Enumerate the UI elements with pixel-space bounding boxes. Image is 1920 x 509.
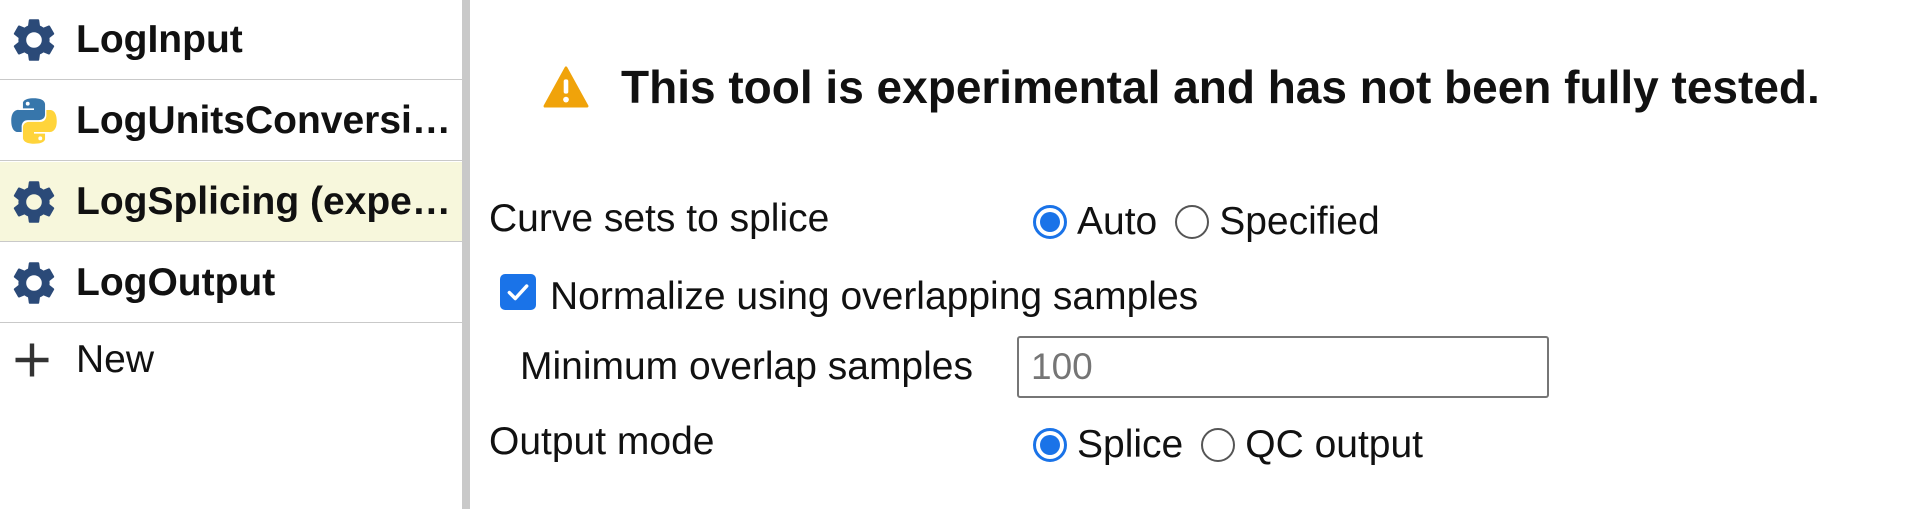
curve-sets-radio-group: Auto Specified xyxy=(1033,200,1398,244)
sidebar-item-label: LogSplicing (experimental) xyxy=(76,179,456,223)
curve-sets-auto-radio[interactable] xyxy=(1033,205,1067,239)
curve-sets-specified-label: Specified xyxy=(1219,200,1380,243)
gear-icon xyxy=(13,180,55,223)
output-mode-radio-group: Splice QC output xyxy=(1033,423,1441,467)
output-mode-qc-label: QC output xyxy=(1245,423,1424,466)
sidebar-item-label: LogInput xyxy=(76,17,243,61)
min-overlap-label: Minimum overlap samples xyxy=(520,345,973,388)
checkmark-icon xyxy=(507,284,529,301)
curve-sets-auto-label: Auto xyxy=(1077,200,1158,243)
min-overlap-input[interactable] xyxy=(1017,336,1549,398)
tool-settings-panel: This tool is experimental and has not be… xyxy=(478,0,1920,509)
sidebar-item-loginput[interactable]: LogInput xyxy=(0,0,462,80)
sidebar-item-logoutput[interactable]: LogOutput xyxy=(0,243,462,323)
sidebar-item-label: LogOutput xyxy=(76,260,276,304)
output-mode-splice-radio[interactable] xyxy=(1033,428,1067,462)
sidebar: LogInput LogUnitsConversion LogSplicing … xyxy=(0,0,470,509)
experimental-warning: This tool is experimental and has not be… xyxy=(543,60,1820,114)
gear-icon xyxy=(13,18,55,61)
output-mode-splice-label: Splice xyxy=(1077,423,1184,466)
python-icon xyxy=(11,97,57,144)
warning-text: This tool is experimental and has not be… xyxy=(621,61,1820,113)
new-item-button[interactable]: New xyxy=(0,325,462,395)
sidebar-item-logunitsconversion[interactable]: LogUnitsConversion xyxy=(0,81,462,161)
gear-icon xyxy=(13,261,55,304)
new-item-label: New xyxy=(76,338,155,381)
sidebar-item-label: LogUnitsConversion xyxy=(76,98,456,142)
curve-sets-specified-radio[interactable] xyxy=(1175,205,1210,239)
normalize-checkbox[interactable] xyxy=(500,274,536,310)
curve-sets-label: Curve sets to splice xyxy=(489,197,830,240)
sidebar-item-logsplicing[interactable]: LogSplicing (experimental) xyxy=(0,162,462,242)
plus-icon xyxy=(15,343,49,377)
normalize-label: Normalize using overlapping samples xyxy=(550,275,1199,318)
output-mode-qc-radio[interactable] xyxy=(1201,428,1236,462)
warning-icon xyxy=(543,66,589,108)
output-mode-label: Output mode xyxy=(489,420,715,463)
